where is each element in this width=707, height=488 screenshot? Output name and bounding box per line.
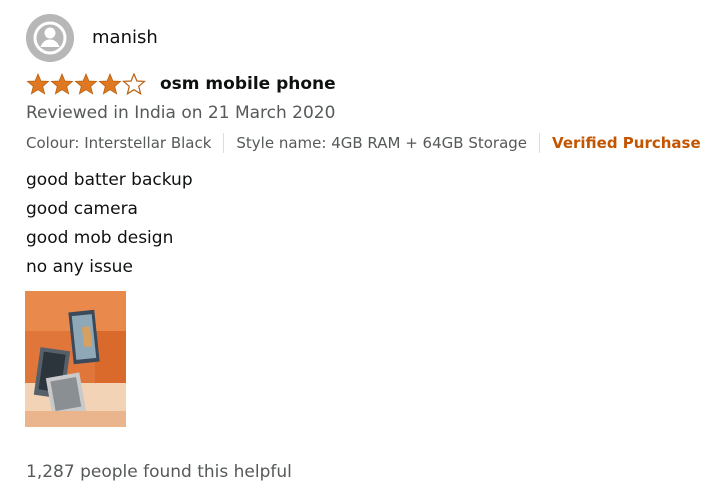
review-body-line: good camera <box>26 199 138 219</box>
user-silhouette-icon <box>26 14 74 62</box>
star-filled-icon <box>74 73 98 95</box>
star-filled-icon <box>98 73 122 95</box>
meta-divider <box>223 133 225 153</box>
review-body-line: good mob design <box>26 228 174 248</box>
review-photo-thumbnail[interactable] <box>25 291 126 427</box>
rating-row: osm mobile phone <box>26 71 336 97</box>
verified-purchase-badge: Verified Purchase <box>552 134 701 152</box>
review-body-line: good batter backup <box>26 170 193 190</box>
star-empty-icon <box>122 73 146 95</box>
helpful-count: 1,287 people found this helpful <box>26 462 292 482</box>
style-variant[interactable]: Style name: 4GB RAM + 64GB Storage <box>236 134 527 152</box>
star-filled-icon <box>26 73 50 95</box>
reviewer-profile[interactable]: manish <box>26 14 158 62</box>
star-rating[interactable] <box>26 73 146 95</box>
meta-divider <box>539 133 541 153</box>
review-photo <box>25 291 126 427</box>
review-body-line: no any issue <box>26 257 133 277</box>
review-body: good batter backup good camera good mob … <box>26 166 193 282</box>
avatar[interactable] <box>26 14 74 62</box>
review-title[interactable]: osm mobile phone <box>160 75 336 93</box>
review-meta: Colour: Interstellar Black Style name: 4… <box>26 132 701 154</box>
review-date: Reviewed in India on 21 March 2020 <box>26 103 336 123</box>
colour-variant[interactable]: Colour: Interstellar Black <box>26 134 211 152</box>
star-filled-icon <box>50 73 74 95</box>
reviewer-name[interactable]: manish <box>92 29 158 47</box>
